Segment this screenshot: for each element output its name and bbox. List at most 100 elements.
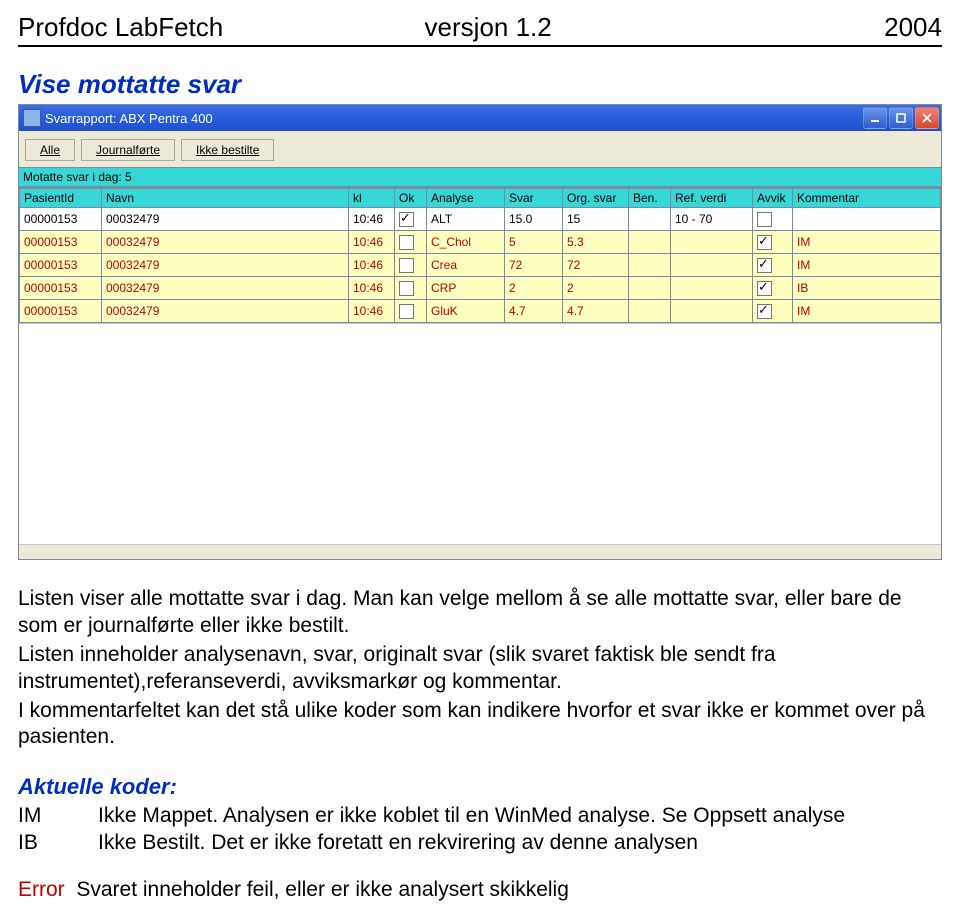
close-icon — [922, 113, 932, 123]
cell-pasientid: 00000153 — [20, 231, 102, 254]
code-desc: Ikke Bestilt. Det er ikke foretatt en re… — [98, 830, 942, 857]
cell-ok — [395, 277, 427, 300]
explain-p3: I kommentarfeltet kan det stå ulike kode… — [18, 698, 942, 752]
cell-ok — [395, 300, 427, 323]
cell-ref: 10 - 70 — [671, 208, 753, 231]
cell-orgsvar: 72 — [563, 254, 629, 277]
toolbar: Alle Journalførte Ikke bestilte — [19, 131, 941, 167]
app-icon — [23, 109, 41, 127]
cell-ben — [629, 231, 671, 254]
cell-kommentar — [793, 208, 941, 231]
table-row[interactable]: 000001530003247910:46GluK4.74.7IM — [20, 300, 941, 323]
table-header-row: PasientId Navn kl Ok Analyse Svar Org. s… — [20, 189, 941, 208]
col-ben[interactable]: Ben. — [629, 189, 671, 208]
cell-avvik — [753, 231, 793, 254]
cell-navn: 00032479 — [102, 300, 349, 323]
cell-navn: 00032479 — [102, 208, 349, 231]
cell-ben — [629, 277, 671, 300]
col-ok[interactable]: Ok — [395, 189, 427, 208]
table-row[interactable]: 000001530003247910:46Crea7272IM — [20, 254, 941, 277]
col-analyse[interactable]: Analyse — [427, 189, 505, 208]
col-kommentar[interactable]: Kommentar — [793, 189, 941, 208]
app-window: Svarrapport: ABX Pentra 400 Alle Journal… — [18, 104, 942, 560]
cell-ok-checkbox[interactable] — [399, 212, 414, 227]
section-title: Vise mottatte svar — [18, 69, 942, 100]
error-line: Error Svaret inneholder feil, eller er i… — [18, 877, 942, 904]
minimize-icon — [870, 113, 880, 123]
cell-ref — [671, 254, 753, 277]
explain-p1: Listen viser alle mottatte svar i dag. M… — [18, 586, 942, 640]
cell-ok-checkbox[interactable] — [399, 281, 414, 296]
cell-orgsvar: 4.7 — [563, 300, 629, 323]
cell-svar: 4.7 — [505, 300, 563, 323]
grid-wrap: PasientId Navn kl Ok Analyse Svar Org. s… — [19, 187, 941, 544]
minimize-button[interactable] — [863, 107, 887, 129]
error-label: Error — [18, 878, 65, 901]
cell-avvik — [753, 254, 793, 277]
cell-orgsvar: 5.3 — [563, 231, 629, 254]
grid-blank-area — [19, 323, 941, 544]
cell-svar: 5 — [505, 231, 563, 254]
col-avvik[interactable]: Avvik — [753, 189, 793, 208]
col-kl[interactable]: kl — [349, 189, 395, 208]
error-desc: Svaret inneholder feil, eller er ikke an… — [76, 878, 569, 901]
explain-p2: Listen inneholder analysenavn, svar, ori… — [18, 642, 942, 696]
codes-title: Aktuelle koder: — [18, 773, 942, 801]
cell-avvik-checkbox[interactable] — [757, 281, 772, 296]
cell-kl: 10:46 — [349, 254, 395, 277]
explanation-block: Listen viser alle mottatte svar i dag. M… — [18, 586, 942, 904]
code-row: IMIkke Mappet. Analysen er ikke koblet t… — [18, 803, 942, 830]
code-label: IM — [18, 803, 98, 830]
cell-ok-checkbox[interactable] — [399, 304, 414, 319]
cell-ref — [671, 300, 753, 323]
cell-avvik — [753, 208, 793, 231]
filter-notordered-button[interactable]: Ikke bestilte — [181, 139, 274, 161]
col-svar[interactable]: Svar — [505, 189, 563, 208]
cell-ref — [671, 277, 753, 300]
code-desc: Ikke Mappet. Analysen er ikke koblet til… — [98, 803, 942, 830]
cell-avvik-checkbox[interactable] — [757, 235, 772, 250]
cell-ok — [395, 208, 427, 231]
filter-journal-button[interactable]: Journalførte — [81, 139, 175, 161]
code-row: IBIkke Bestilt. Det er ikke foretatt en … — [18, 830, 942, 857]
cell-ok-checkbox[interactable] — [399, 258, 414, 273]
cell-ben — [629, 208, 671, 231]
cell-ref — [671, 231, 753, 254]
cell-analyse: ALT — [427, 208, 505, 231]
table-row[interactable]: 000001530003247910:46CRP22IB — [20, 277, 941, 300]
col-refverdi[interactable]: Ref. verdi — [671, 189, 753, 208]
doc-product: Profdoc LabFetch — [18, 12, 425, 43]
col-pasientid[interactable]: PasientId — [20, 189, 102, 208]
cell-kl: 10:46 — [349, 231, 395, 254]
maximize-button[interactable] — [889, 107, 913, 129]
doc-year: 2004 — [757, 12, 942, 43]
cell-ok-checkbox[interactable] — [399, 235, 414, 250]
cell-analyse: CRP — [427, 277, 505, 300]
code-label: IB — [18, 830, 98, 857]
filter-all-button[interactable]: Alle — [25, 139, 75, 161]
table-row[interactable]: 000001530003247910:46ALT15.01510 - 70 — [20, 208, 941, 231]
col-orgsvar[interactable]: Org. svar — [563, 189, 629, 208]
cell-analyse: GluK — [427, 300, 505, 323]
codes-list: IMIkke Mappet. Analysen er ikke koblet t… — [18, 803, 942, 857]
doc-version: versjon 1.2 — [425, 12, 758, 43]
cell-kommentar: IM — [793, 300, 941, 323]
cell-avvik-checkbox[interactable] — [757, 212, 772, 227]
cell-svar: 72 — [505, 254, 563, 277]
cell-navn: 00032479 — [102, 231, 349, 254]
cell-analyse: Crea — [427, 254, 505, 277]
col-navn[interactable]: Navn — [102, 189, 349, 208]
cell-svar: 2 — [505, 277, 563, 300]
status-bar: Motatte svar i dag: 5 — [19, 167, 941, 187]
cell-kl: 10:46 — [349, 277, 395, 300]
table-row[interactable]: 000001530003247910:46C_Chol55.3IM — [20, 231, 941, 254]
cell-orgsvar: 2 — [563, 277, 629, 300]
cell-kl: 10:46 — [349, 300, 395, 323]
close-button[interactable] — [915, 107, 939, 129]
cell-svar: 15.0 — [505, 208, 563, 231]
cell-pasientid: 00000153 — [20, 254, 102, 277]
cell-avvik-checkbox[interactable] — [757, 304, 772, 319]
cell-avvik — [753, 300, 793, 323]
cell-avvik-checkbox[interactable] — [757, 258, 772, 273]
cell-analyse: C_Chol — [427, 231, 505, 254]
